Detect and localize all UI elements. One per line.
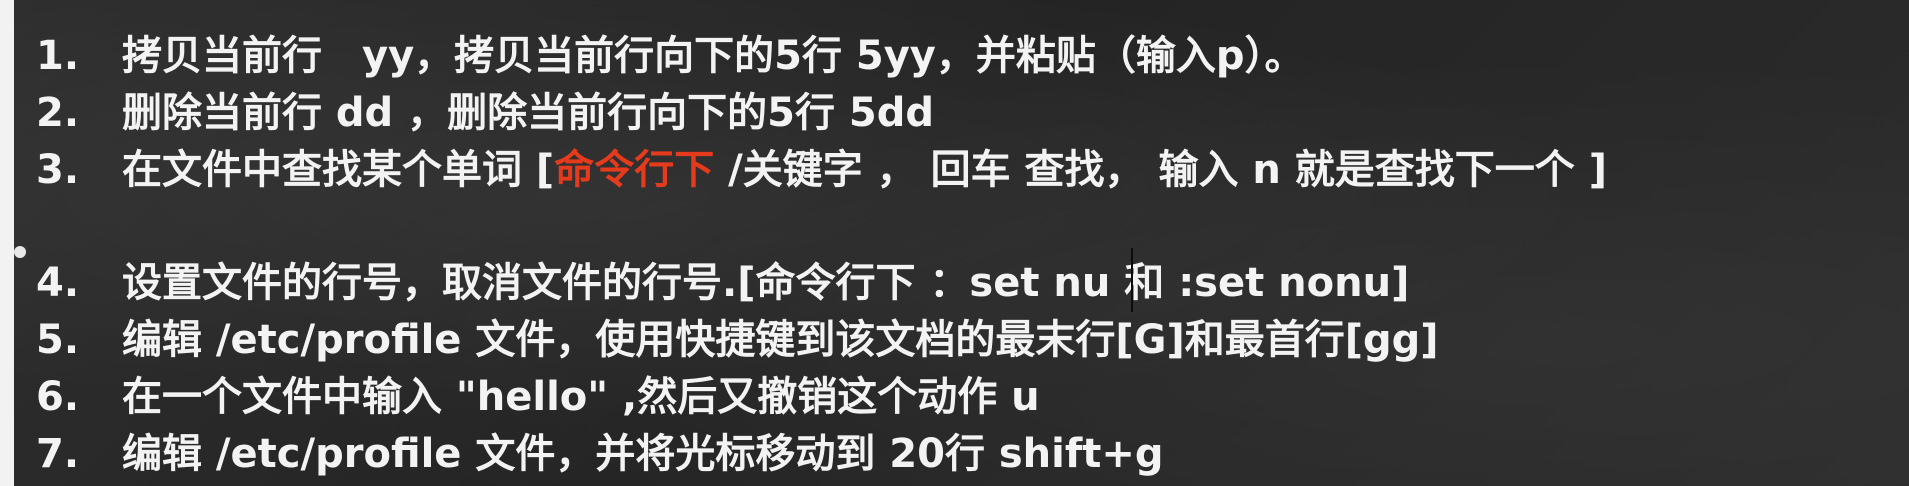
item-text: 编辑 /etc/profile 文件，使用快捷键到该文档的最末行[G]和最首行[… <box>122 317 1439 363</box>
item-text: 编辑 /etc/profile 文件，并将光标移动到 20行 shift+g <box>122 431 1164 477</box>
item-number: 3. <box>36 147 80 193</box>
item-text: 拷贝当前行 yy，拷贝当前行向下的5行 5yy，并粘贴（输入p）。 <box>122 33 1305 79</box>
item-number: 5. <box>36 317 80 363</box>
item-text: 在文件中查找某个单词 [ <box>122 147 555 193</box>
highlight-text: 命令行下 <box>554 147 715 193</box>
item-text: 在一个文件中输入 "hello" ,然后又撤销这个动作 u <box>122 374 1040 420</box>
slide-left-edge <box>0 0 14 486</box>
item-text: 设置文件的行号，取消文件的行号.[命令行下 ：set nu 和 :set non… <box>122 260 1410 306</box>
list-item: 2. 删除当前行 dd ，删除当前行向下的5行 5dd <box>36 87 934 139</box>
list-item: 6. 在一个文件中输入 "hello" ,然后又撤销这个动作 u <box>36 371 1040 423</box>
item-number: 2. <box>36 90 80 136</box>
item-text: /关键字 ， 回车 查找， 输入 n 就是查找下一个 ] <box>714 147 1607 193</box>
list-item: 5. 编辑 /etc/profile 文件，使用快捷键到该文档的最末行[G]和最首… <box>36 314 1439 366</box>
list-item: 7. 编辑 /etc/profile 文件，并将光标移动到 20行 shift+g <box>36 428 1164 480</box>
list-item: 4. 设置文件的行号，取消文件的行号.[命令行下 ：set nu 和 :set n… <box>36 257 1409 309</box>
bullet-dot <box>14 246 26 258</box>
item-text: 删除当前行 dd ，删除当前行向下的5行 5dd <box>122 90 934 136</box>
item-number: 4. <box>36 260 80 306</box>
item-number: 7. <box>36 431 80 477</box>
list-item: 3. 在文件中查找某个单词 [命令行下 /关键字 ， 回车 查找， 输入 n 就是… <box>36 144 1607 196</box>
text-cursor <box>1131 248 1133 312</box>
item-number: 1. <box>36 33 80 79</box>
list-item: 1. 拷贝当前行 yy，拷贝当前行向下的5行 5yy，并粘贴（输入p）。 <box>36 30 1305 82</box>
item-number: 6. <box>36 374 80 420</box>
